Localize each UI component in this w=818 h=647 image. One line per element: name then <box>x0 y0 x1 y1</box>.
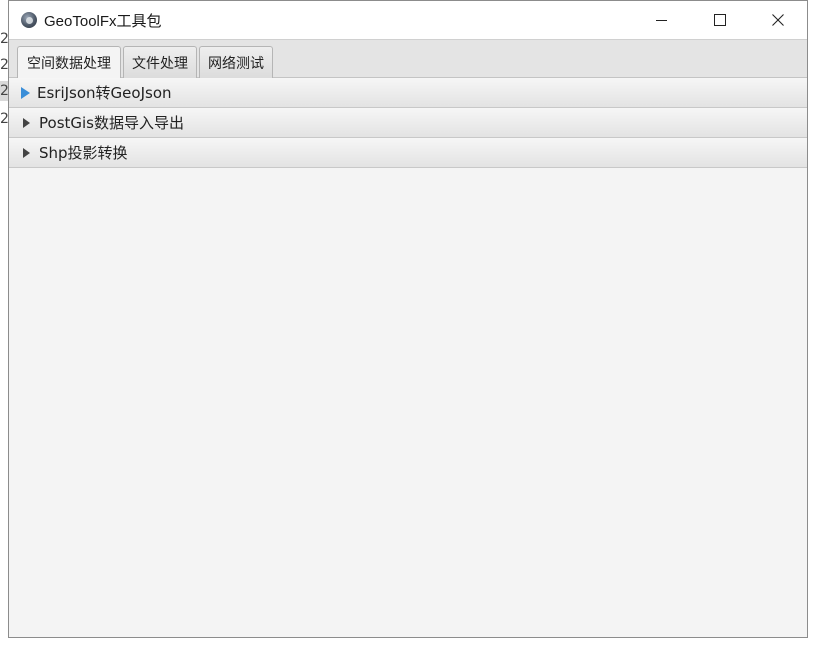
close-button[interactable] <box>749 1 807 39</box>
tab-network-test[interactable]: 网络测试 <box>199 46 273 78</box>
tab-file-processing[interactable]: 文件处理 <box>123 46 197 78</box>
tab-bar: 空间数据处理 文件处理 网络测试 <box>9 39 807 79</box>
accordion-item-label: EsriJson转GeoJson <box>37 84 172 102</box>
accordion-item-shp-projection[interactable]: Shp投影转换 <box>9 138 807 168</box>
accordion-item-postgis-import-export[interactable]: PostGis数据导入导出 <box>9 108 807 138</box>
app-icon <box>21 12 37 28</box>
accordion-item-label: PostGis数据导入导出 <box>39 114 184 132</box>
window-title: GeoToolFx工具包 <box>44 12 162 30</box>
maximize-button[interactable] <box>691 1 749 39</box>
tab-content-spatial-data: EsriJson转GeoJson PostGis数据导入导出 Shp投影转换 <box>9 78 807 637</box>
accordion-item-esrijson-to-geojson[interactable]: EsriJson转GeoJson <box>9 78 807 108</box>
title-bar[interactable]: GeoToolFx工具包 <box>9 1 807 39</box>
app-window: GeoToolFx工具包 空间数据处理 文件处理 网络测试 EsriJson转G… <box>8 0 808 638</box>
expand-arrow-icon <box>23 147 30 158</box>
expand-arrow-icon <box>23 117 30 128</box>
expand-arrow-icon <box>21 86 30 99</box>
maximize-icon <box>714 14 726 26</box>
accordion-item-label: Shp投影转换 <box>39 144 128 162</box>
window-controls <box>633 1 807 39</box>
minimize-button[interactable] <box>633 1 691 39</box>
minimize-icon <box>656 20 667 21</box>
close-icon <box>772 14 784 26</box>
tab-spatial-data[interactable]: 空间数据处理 <box>17 46 121 79</box>
